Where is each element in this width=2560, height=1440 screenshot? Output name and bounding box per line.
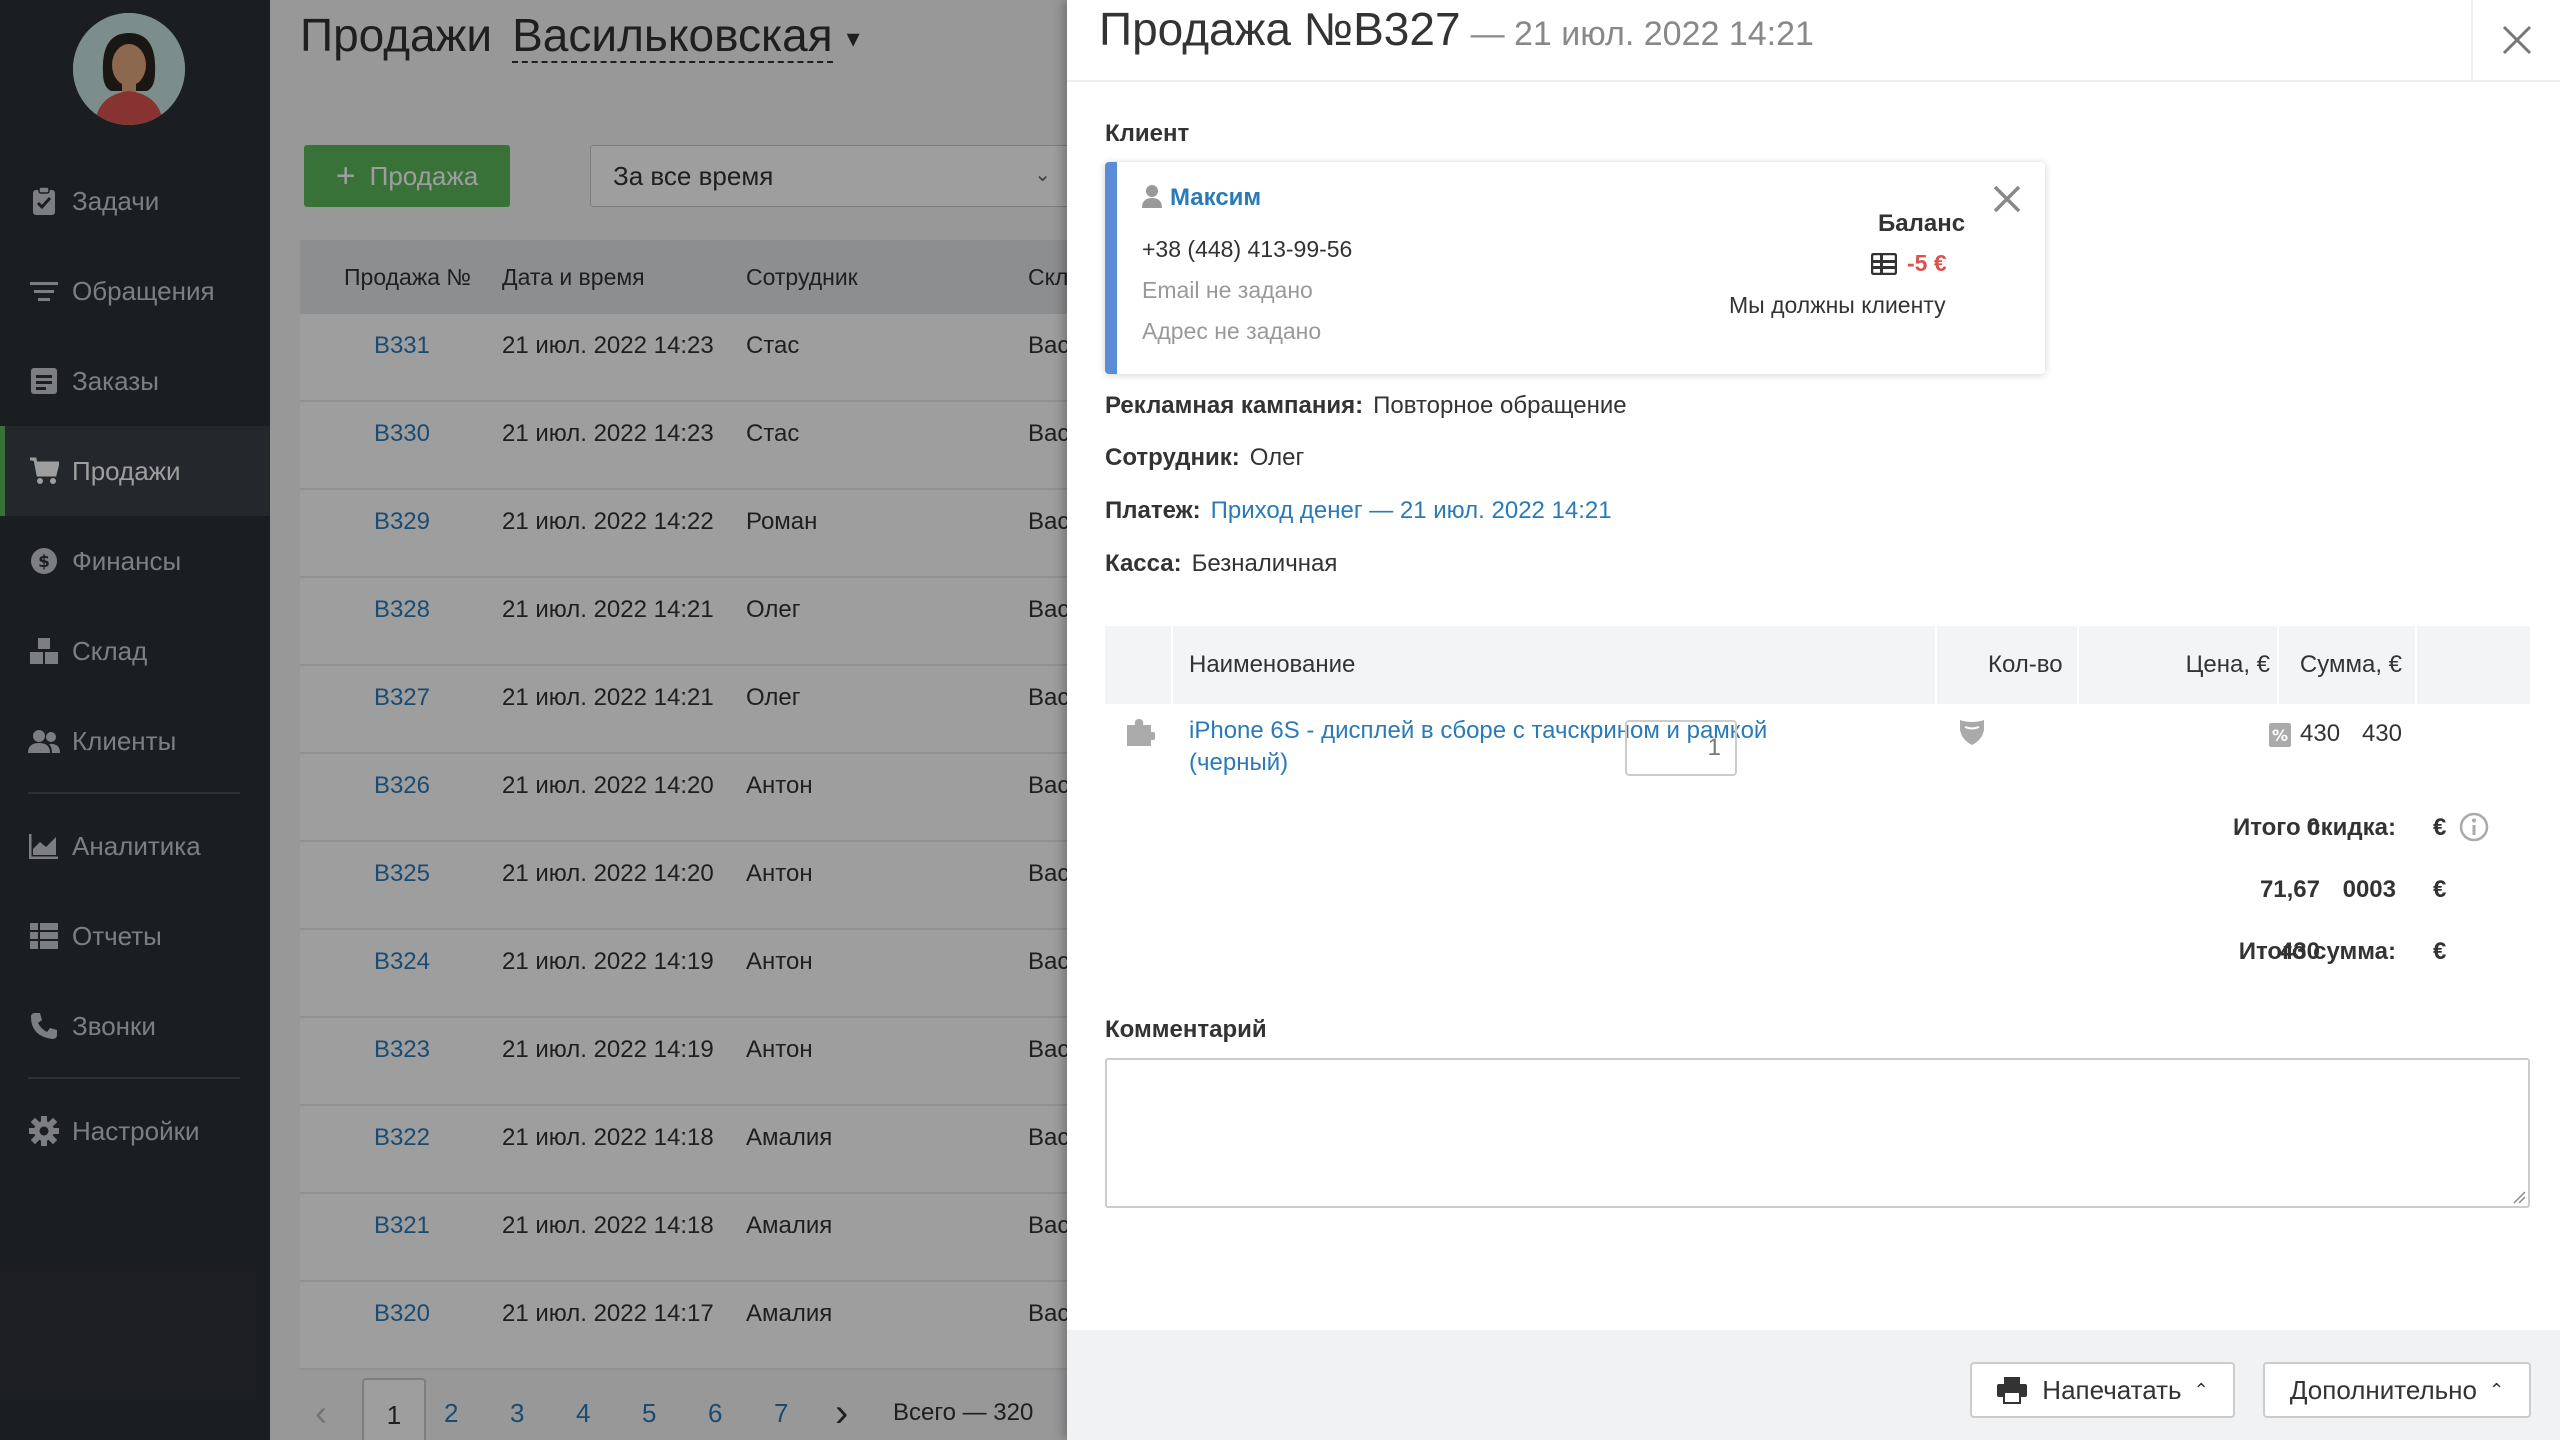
puzzle-icon bbox=[1125, 716, 1156, 753]
comment-textarea[interactable] bbox=[1105, 1058, 2530, 1208]
panel-header: Продажа №B327— 21 июл. 2022 14:21 bbox=[1067, 0, 2560, 82]
printer-icon bbox=[1997, 1377, 2028, 1404]
item-price: 430 bbox=[2300, 720, 2341, 747]
close-icon bbox=[2502, 25, 2531, 55]
item-sum: 430 bbox=[2361, 720, 2402, 747]
client-label: Клиент bbox=[1105, 120, 1190, 147]
close-panel-button[interactable] bbox=[2471, 0, 2560, 80]
comment-label: Комментарий bbox=[1105, 1016, 1267, 1043]
total-sum-value: 430 bbox=[2279, 938, 2320, 965]
column-separator bbox=[2415, 626, 2417, 704]
client-email: Email не задано bbox=[1142, 277, 1313, 303]
panel-footer: Напечатать ⌃ Дополнительно ⌃ bbox=[1067, 1330, 2560, 1440]
payment-field: Платеж: Приход денег — 21 июл. 2022 14:21 bbox=[1105, 497, 1612, 525]
client-name-row: Максим bbox=[1142, 184, 1261, 212]
column-separator bbox=[2077, 626, 2079, 704]
user-icon bbox=[1142, 185, 1162, 208]
column-separator bbox=[2277, 626, 2279, 704]
cash-register-icon bbox=[1870, 252, 1898, 276]
print-label: Напечатать bbox=[2042, 1374, 2182, 1405]
tax-currency: € bbox=[2433, 876, 2447, 903]
balance-label: Баланс bbox=[1878, 210, 1966, 237]
svg-text:%: % bbox=[2272, 726, 2288, 745]
cash-value: Безналичная bbox=[1191, 550, 1338, 577]
field-key: Касса: bbox=[1105, 550, 1182, 577]
more-button[interactable]: Дополнительно ⌃ bbox=[2263, 1362, 2531, 1418]
column-separator bbox=[1935, 626, 1937, 704]
total-discount-value: 0 bbox=[2306, 814, 2320, 841]
tax-label: 0003 bbox=[2342, 876, 2396, 903]
employee-field: Сотрудник: Олег bbox=[1105, 444, 1304, 472]
campaign-field: Рекламная кампания: Повторное обращение bbox=[1105, 392, 1627, 420]
chevron-up-icon: ⌃ bbox=[2193, 1379, 2209, 1400]
balance-value: -5 € bbox=[1907, 250, 1947, 276]
total-sum-currency: € bbox=[2433, 938, 2447, 965]
column-header-price: Цена, € bbox=[2185, 651, 2270, 678]
quantity-input[interactable]: 1 bbox=[1625, 720, 1737, 776]
print-button[interactable]: Напечатать ⌃ bbox=[1970, 1362, 2235, 1418]
field-key: Сотрудник: bbox=[1105, 444, 1240, 471]
sale-number: Продажа №B327 bbox=[1099, 3, 1461, 55]
column-separator bbox=[1171, 626, 1173, 704]
remove-client-button[interactable] bbox=[1992, 184, 2022, 219]
client-address: Адрес не задано bbox=[1142, 318, 1322, 344]
balance-value-row: -5 € bbox=[1870, 250, 1947, 277]
payment-link[interactable]: Приход денег — 21 июл. 2022 14:21 bbox=[1211, 497, 1612, 524]
balance-note: Мы должны клиенту bbox=[1729, 292, 1946, 318]
close-icon bbox=[1993, 185, 2021, 213]
discount-tag-icon[interactable]: % bbox=[2268, 722, 2292, 755]
warranty-shield-icon[interactable] bbox=[1958, 718, 1986, 753]
sale-detail-panel: Продажа №B327— 21 июл. 2022 14:21 Клиент… bbox=[1067, 0, 2560, 1440]
sale-datetime: — 21 июл. 2022 14:21 bbox=[1470, 15, 1814, 53]
info-icon[interactable] bbox=[2459, 812, 2489, 849]
chevron-up-icon: ⌃ bbox=[2489, 1379, 2505, 1400]
item-name-link[interactable]: (черный) bbox=[1189, 749, 1288, 777]
tax-value: 71,67 bbox=[2259, 876, 2320, 903]
more-label: Дополнительно bbox=[2289, 1374, 2478, 1405]
field-key: Платеж: bbox=[1105, 497, 1201, 524]
item-row: iPhone 6S - дисплей в сборе с тачскрином… bbox=[1105, 704, 2530, 804]
panel-title: Продажа №B327— 21 июл. 2022 14:21 bbox=[1099, 2, 1814, 56]
employee-value: Олег bbox=[1249, 444, 1305, 471]
column-header-name: Наименование bbox=[1189, 651, 1356, 678]
field-key: Рекламная кампания: bbox=[1105, 392, 1364, 419]
resize-handle-icon[interactable] bbox=[2512, 1190, 2526, 1204]
cash-field: Касса: Безналичная bbox=[1105, 550, 1337, 578]
column-header-sum: Сумма, € bbox=[2299, 651, 2402, 678]
total-discount-currency: € bbox=[2433, 814, 2447, 841]
client-card: Максим +38 (448) 413-99-56 Email не зада… bbox=[1105, 162, 2045, 374]
client-phone: +38 (448) 413-99-56 bbox=[1142, 236, 1353, 262]
client-name-link[interactable]: Максим bbox=[1170, 184, 1261, 211]
column-header-qty: Кол-во bbox=[1988, 651, 2063, 678]
items-table-header: Наименование Кол-во Цена, € Сумма, € bbox=[1105, 626, 2530, 704]
campaign-value: Повторное обращение bbox=[1373, 392, 1627, 419]
